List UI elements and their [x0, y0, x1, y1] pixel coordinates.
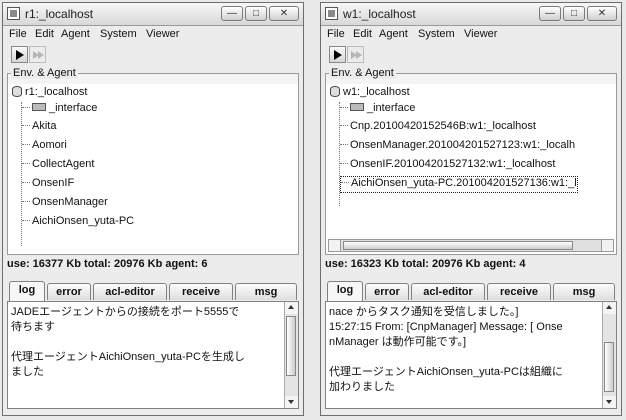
scroll-right-icon[interactable]: [601, 240, 613, 251]
log-area[interactable]: nace からタスク通知を受信しました。] 15:27:15 From: [Cn…: [325, 301, 617, 409]
tree-item-interface[interactable]: _interface: [22, 102, 97, 117]
scroll-left-icon[interactable]: [329, 240, 341, 251]
tree-item-agent-selected[interactable]: AichiOnsen_yuta-PC.201004201527136:w1:_l: [340, 176, 578, 193]
tab-receive[interactable]: receive: [487, 283, 551, 300]
run-button[interactable]: [329, 46, 346, 63]
menu-viewer[interactable]: Viewer: [464, 28, 497, 40]
panel-title: Env. & Agent: [329, 67, 396, 79]
menu-viewer[interactable]: Viewer: [146, 28, 179, 40]
log-text: nace からタスク通知を受信しました。] 15:27:15 From: [Cn…: [329, 306, 563, 393]
maximize-button[interactable]: □: [245, 6, 267, 21]
run-button[interactable]: [11, 46, 28, 63]
step-button[interactable]: [347, 46, 364, 63]
tab-bar: log error acl-editor receive msg: [7, 281, 299, 301]
tree-root[interactable]: w1:_localhost: [330, 86, 410, 102]
tree-item-agent[interactable]: AichiOnsen_yuta-PC: [22, 215, 134, 230]
tree-item-agent[interactable]: OnsenIF.201004201527132:w1:_localhost: [340, 158, 556, 173]
scroll-down-icon[interactable]: [285, 396, 298, 408]
tab-error[interactable]: error: [47, 283, 91, 300]
title-bar[interactable]: r1:_localhost — □ ✕: [3, 3, 303, 26]
tab-error[interactable]: error: [365, 283, 409, 300]
tree-item-agent[interactable]: OnsenManager: [22, 196, 108, 211]
window-r1: r1:_localhost — □ ✕ File Edit Agent Syst…: [2, 2, 304, 416]
minimize-button[interactable]: —: [539, 6, 561, 21]
window-title: r1:_localhost: [25, 7, 94, 21]
vertical-scrollbar[interactable]: [602, 302, 616, 408]
menu-system[interactable]: System: [100, 28, 137, 40]
minimize-button[interactable]: —: [221, 6, 243, 21]
toolbar: [3, 43, 303, 69]
tree-item-agent[interactable]: Akita: [22, 120, 56, 135]
menu-file[interactable]: File: [327, 28, 345, 40]
scroll-up-icon[interactable]: [603, 302, 616, 314]
menu-system[interactable]: System: [418, 28, 455, 40]
menu-agent[interactable]: Agent: [379, 28, 408, 40]
tree-item-interface[interactable]: _interface: [340, 102, 415, 117]
close-button[interactable]: ✕: [269, 6, 299, 21]
tree-item-agent[interactable]: OnsenIF: [22, 177, 74, 192]
log-text: JADEエージェントからの接続をポート5555で 待ちます 代理エージェントAi…: [11, 306, 245, 378]
menu-bar: File Edit Agent System Viewer: [3, 25, 303, 43]
tab-msg[interactable]: msg: [235, 283, 297, 300]
env-agent-panel: Env. & Agent w1:_localhost _interface Cn…: [325, 67, 617, 255]
step-button[interactable]: [29, 46, 46, 63]
tree-item-agent[interactable]: Aomori: [22, 139, 67, 154]
env-agent-panel: Env. & Agent r1:_localhost _interface Ak…: [7, 67, 299, 255]
database-icon: [330, 86, 340, 97]
scroll-thumb[interactable]: [604, 342, 614, 392]
app-icon: [7, 7, 20, 20]
tree-root[interactable]: r1:_localhost: [12, 86, 87, 102]
scroll-down-icon[interactable]: [603, 396, 616, 408]
interface-icon: [32, 103, 46, 111]
menu-agent[interactable]: Agent: [61, 28, 90, 40]
scroll-up-icon[interactable]: [285, 302, 298, 314]
vertical-scrollbar[interactable]: [284, 302, 298, 408]
menu-bar: File Edit Agent System Viewer: [321, 25, 621, 43]
toolbar: [321, 43, 621, 69]
database-icon: [12, 86, 22, 97]
tab-acl-editor[interactable]: acl-editor: [93, 283, 167, 300]
memory-status: use: 16323 Kb total: 20976 Kb agent: 4: [325, 258, 526, 270]
play-icon: [16, 50, 24, 60]
tab-bar: log error acl-editor receive msg: [325, 281, 617, 301]
tree-item-agent[interactable]: Cnp.20100420152546B:w1:_localhost: [340, 120, 536, 135]
window-title: w1:_localhost: [343, 7, 416, 21]
tree-item-agent[interactable]: OnsenManager.201004201527123:w1:_localh: [340, 139, 575, 154]
scroll-thumb[interactable]: [286, 316, 296, 376]
horizontal-scrollbar[interactable]: [328, 239, 614, 252]
interface-icon: [350, 103, 364, 111]
tab-msg[interactable]: msg: [553, 283, 615, 300]
menu-file[interactable]: File: [9, 28, 27, 40]
panel-title: Env. & Agent: [11, 67, 78, 79]
menu-edit[interactable]: Edit: [353, 28, 372, 40]
tab-acl-editor[interactable]: acl-editor: [411, 283, 485, 300]
app-icon: [325, 7, 338, 20]
agent-tree: r1:_localhost _interface Akita Aomori Co…: [8, 84, 298, 254]
menu-edit[interactable]: Edit: [35, 28, 54, 40]
maximize-button[interactable]: □: [563, 6, 585, 21]
close-button[interactable]: ✕: [587, 6, 617, 21]
memory-status: use: 16377 Kb total: 20976 Kb agent: 6: [7, 258, 208, 270]
tab-log[interactable]: log: [327, 281, 363, 301]
play-icon: [334, 50, 342, 60]
scroll-thumb[interactable]: [343, 241, 573, 250]
agent-tree: w1:_localhost _interface Cnp.20100420152…: [326, 84, 616, 254]
tree-item-agent[interactable]: CollectAgent: [22, 158, 94, 173]
tab-receive[interactable]: receive: [169, 283, 233, 300]
tab-log[interactable]: log: [9, 281, 45, 301]
log-area[interactable]: JADEエージェントからの接続をポート5555で 待ちます 代理エージェントAi…: [7, 301, 299, 409]
window-w1: w1:_localhost — □ ✕ File Edit Agent Syst…: [320, 2, 622, 416]
title-bar[interactable]: w1:_localhost — □ ✕: [321, 3, 621, 26]
